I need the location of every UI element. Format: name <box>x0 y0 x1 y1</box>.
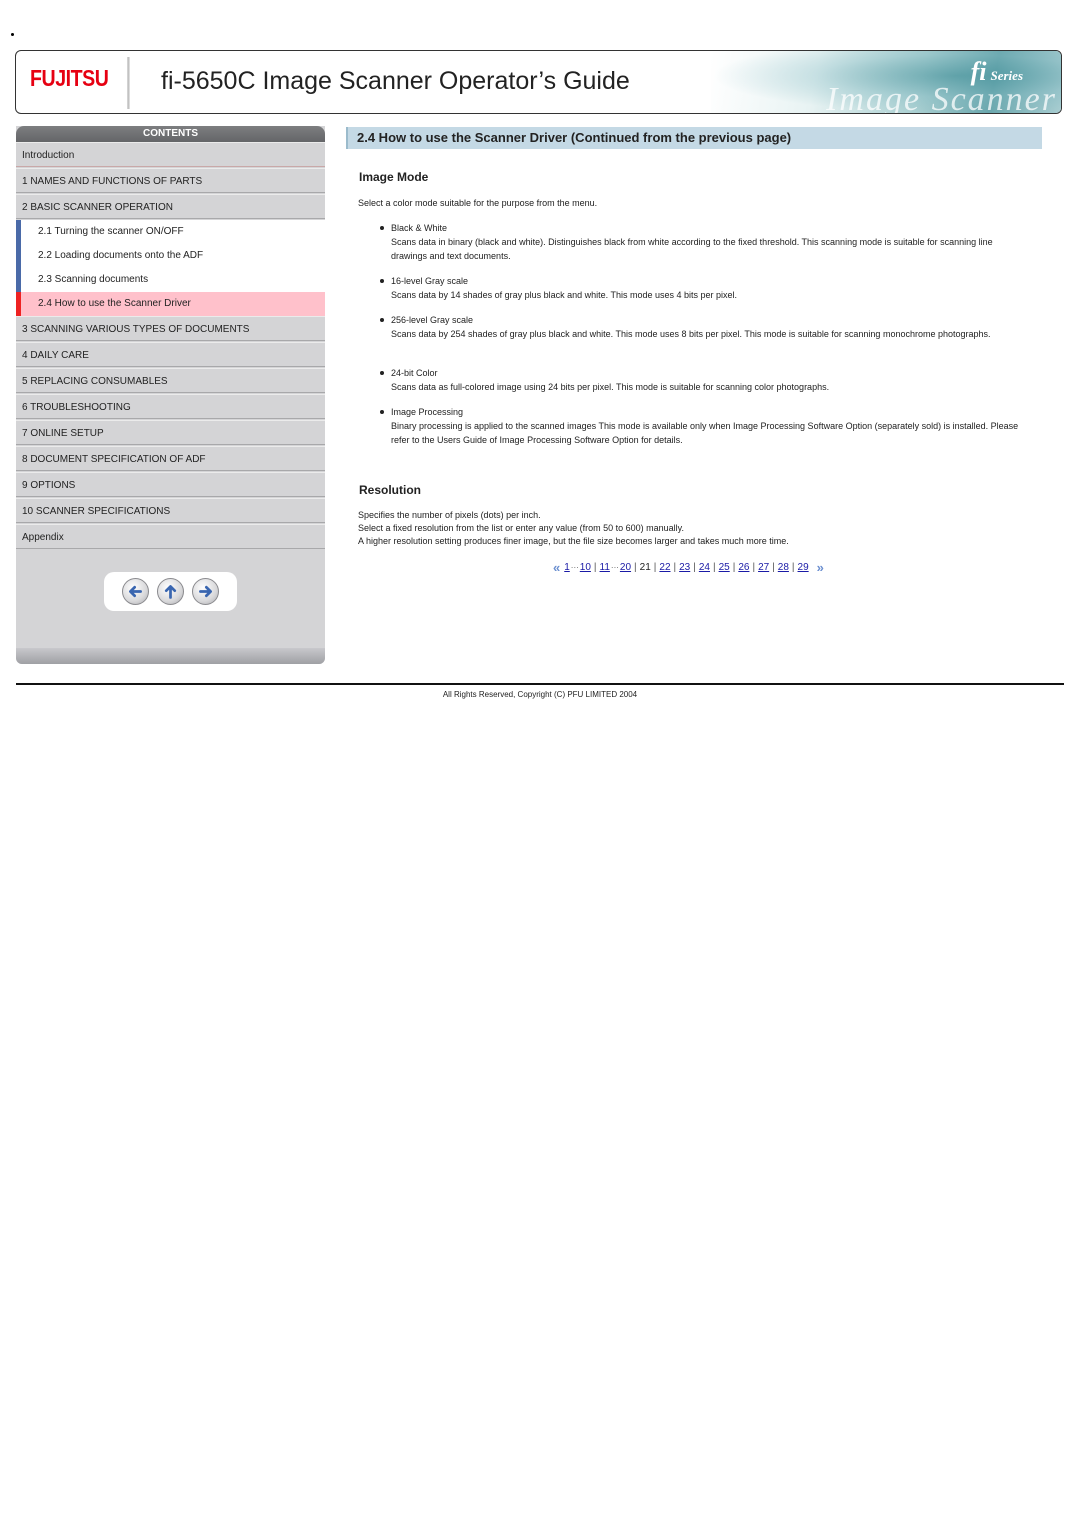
mode-item: Black & White Scans data in binary (blac… <box>380 221 1030 263</box>
stray-bullet <box>11 33 14 36</box>
bullet-icon <box>380 371 384 375</box>
arrow-up-icon <box>164 585 177 599</box>
arrow-right-icon <box>199 585 212 598</box>
sidebar-subitem-scanning-documents[interactable]: 2.3 Scanning documents <box>16 268 325 292</box>
mode-item: 16-level Gray scale Scans data by 14 sha… <box>380 274 1030 302</box>
pager-current-page: 21 <box>639 562 651 573</box>
sidebar-item-introduction[interactable]: Introduction <box>16 142 325 167</box>
mode-description: Scans data by 14 shades of gray plus bla… <box>391 290 738 300</box>
resolution-line: Select a fixed resolution from the list … <box>358 523 684 533</box>
pager-link[interactable]: 28 <box>778 562 789 573</box>
pager-prev-icon[interactable]: « <box>553 560 561 575</box>
pager-link[interactable]: 10 <box>580 562 591 573</box>
footer-divider <box>16 683 1064 685</box>
arrow-left-icon <box>129 585 142 598</box>
sidebar-item-document-specification[interactable]: 8 DOCUMENT SPECIFICATION OF ADF <box>16 446 325 471</box>
sidebar-item-troubleshooting[interactable]: 6 TROUBLESHOOTING <box>16 394 325 419</box>
sidebar-item-appendix[interactable]: Appendix <box>16 524 325 549</box>
banner-artwork: fi Series Image Scanner <box>711 51 1061 113</box>
page-pager: « 1 ··· 10 | 11 ··· 20 | 21 | 22 | 23 | … <box>553 560 825 575</box>
previous-page-button[interactable] <box>122 578 149 605</box>
next-page-button[interactable] <box>192 578 219 605</box>
header-banner: FUJITSU fi-5650C Image Scanner Operator’… <box>15 50 1062 114</box>
pager-link[interactable]: 29 <box>798 562 809 573</box>
mode-name: 16-level Gray scale <box>391 276 469 286</box>
mode-name: 256-level Gray scale <box>391 315 474 325</box>
banner-art-text: Image Scanner <box>826 81 1057 114</box>
sidebar-item-basic-scanner-operation[interactable]: 2 BASIC SCANNER OPERATION <box>16 194 325 219</box>
sidebar-footer-bar <box>16 648 325 664</box>
mode-description: Scans data as full-colored image using 2… <box>391 382 830 392</box>
resolution-heading: Resolution <box>359 483 421 497</box>
pager-link[interactable]: 26 <box>738 562 749 573</box>
sidebar-item-scanner-specifications[interactable]: 10 SCANNER SPECIFICATIONS <box>16 498 325 523</box>
pager-link[interactable]: 22 <box>659 562 670 573</box>
mode-name: 24-bit Color <box>391 368 438 378</box>
sidebar-item-names-and-functions[interactable]: 1 NAMES AND FUNCTIONS OF PARTS <box>16 168 325 193</box>
banner-divider <box>127 57 130 109</box>
sidebar-item-options[interactable]: 9 OPTIONS <box>16 472 325 497</box>
sidebar-item-online-setup[interactable]: 7 ONLINE SETUP <box>16 420 325 445</box>
pager-link[interactable]: 27 <box>758 562 769 573</box>
sidebar-subitem-turning-on-off[interactable]: 2.1 Turning the scanner ON/OFF <box>16 220 325 244</box>
fujitsu-logo: FUJITSU <box>30 65 109 91</box>
sidebar-item-scanning-various[interactable]: 3 SCANNING VARIOUS TYPES OF DOCUMENTS <box>16 316 325 341</box>
pager-next-icon[interactable]: » <box>817 560 825 575</box>
sidebar-subitem-scanner-driver[interactable]: 2.4 How to use the Scanner Driver <box>16 292 325 316</box>
mode-description: Scans data by 254 shades of gray plus bl… <box>391 329 991 339</box>
sidebar-subgroup: 2.1 Turning the scanner ON/OFF 2.2 Loadi… <box>16 220 325 316</box>
bullet-icon <box>380 226 384 230</box>
pager-link[interactable]: 1 <box>564 562 570 573</box>
mode-name: Image Processing <box>391 407 464 417</box>
section-title: 2.4 How to use the Scanner Driver (Conti… <box>346 127 1042 149</box>
mode-item: 256-level Gray scale Scans data by 254 s… <box>380 313 1030 341</box>
pager-link[interactable]: 20 <box>620 562 631 573</box>
sidebar-item-daily-care[interactable]: 4 DAILY CARE <box>16 342 325 367</box>
pager-link[interactable]: 25 <box>719 562 730 573</box>
resolution-line: Specifies the number of pixels (dots) pe… <box>358 510 541 520</box>
bullet-icon <box>380 279 384 283</box>
mode-item: Image Processing Binary processing is ap… <box>380 405 1030 447</box>
page-nav-buttons <box>104 572 237 611</box>
sidebar-subitem-loading-documents[interactable]: 2.2 Loading documents onto the ADF <box>16 244 325 268</box>
copyright-text: All Rights Reserved, Copyright (C) PFU L… <box>442 690 638 699</box>
pager-link[interactable]: 24 <box>699 562 710 573</box>
pager-link[interactable]: 23 <box>679 562 690 573</box>
image-mode-heading: Image Mode <box>359 170 429 184</box>
top-page-button[interactable] <box>157 578 184 605</box>
banner-title: fi-5650C Image Scanner Operator’s Guide <box>161 67 630 95</box>
bullet-icon <box>380 410 384 414</box>
mode-description: Binary processing is applied to the scan… <box>391 421 1019 445</box>
mode-item: 24-bit Color Scans data as full-colored … <box>380 366 1030 394</box>
mode-name: Black & White <box>391 223 448 233</box>
mode-description: Scans data in binary (black and white). … <box>391 237 993 261</box>
image-mode-intro: Select a color mode suitable for the pur… <box>358 198 598 208</box>
sidebar-item-replacing-consumables[interactable]: 5 REPLACING CONSUMABLES <box>16 368 325 393</box>
bullet-icon <box>380 318 384 322</box>
sidebar-contents: CONTENTS Introduction 1 NAMES AND FUNCTI… <box>16 126 325 664</box>
resolution-line: A higher resolution setting produces fin… <box>358 536 789 546</box>
contents-header: CONTENTS <box>16 126 325 142</box>
pager-link[interactable]: 11 <box>600 562 610 573</box>
